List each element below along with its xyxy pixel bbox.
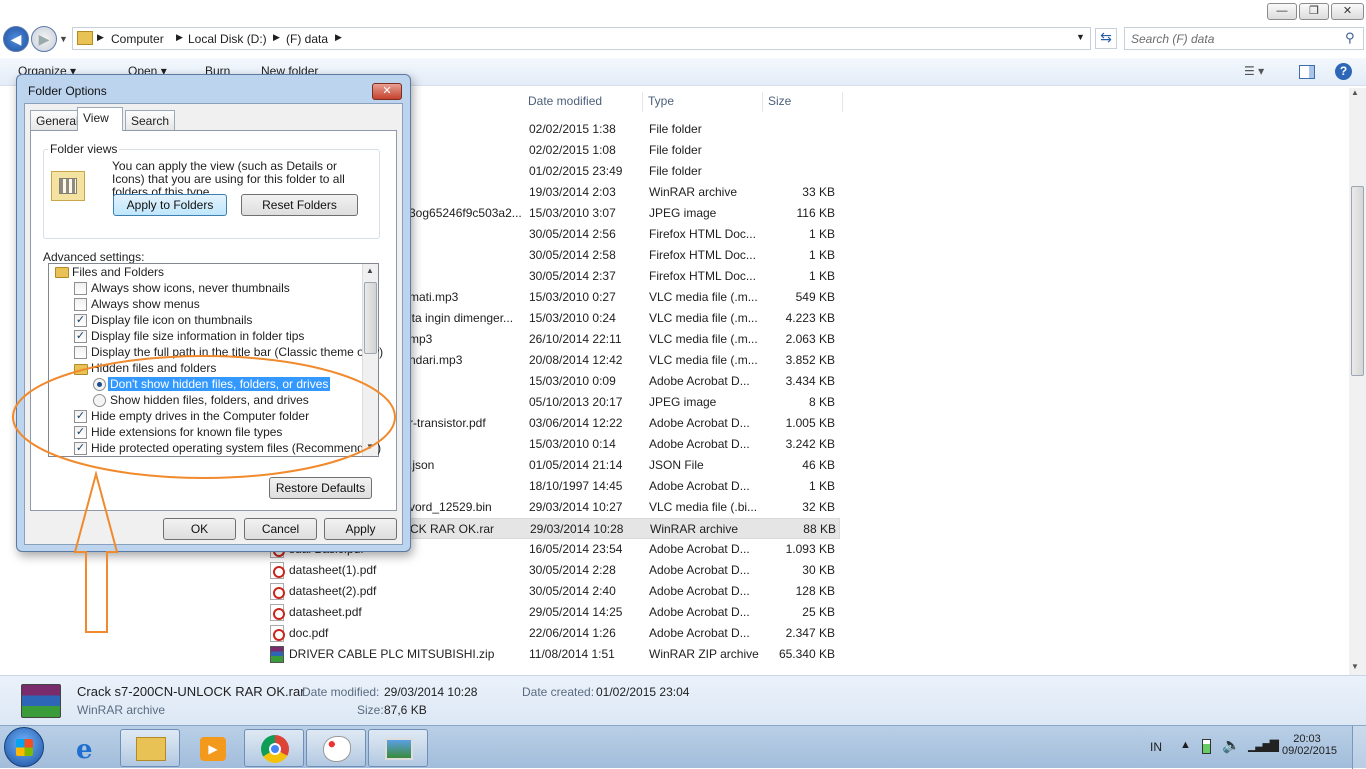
tab-view[interactable]: View	[77, 107, 123, 131]
annotation-arrow	[73, 470, 119, 633]
annotation-overlay	[12, 355, 396, 633]
annotation-ellipse	[12, 355, 396, 479]
